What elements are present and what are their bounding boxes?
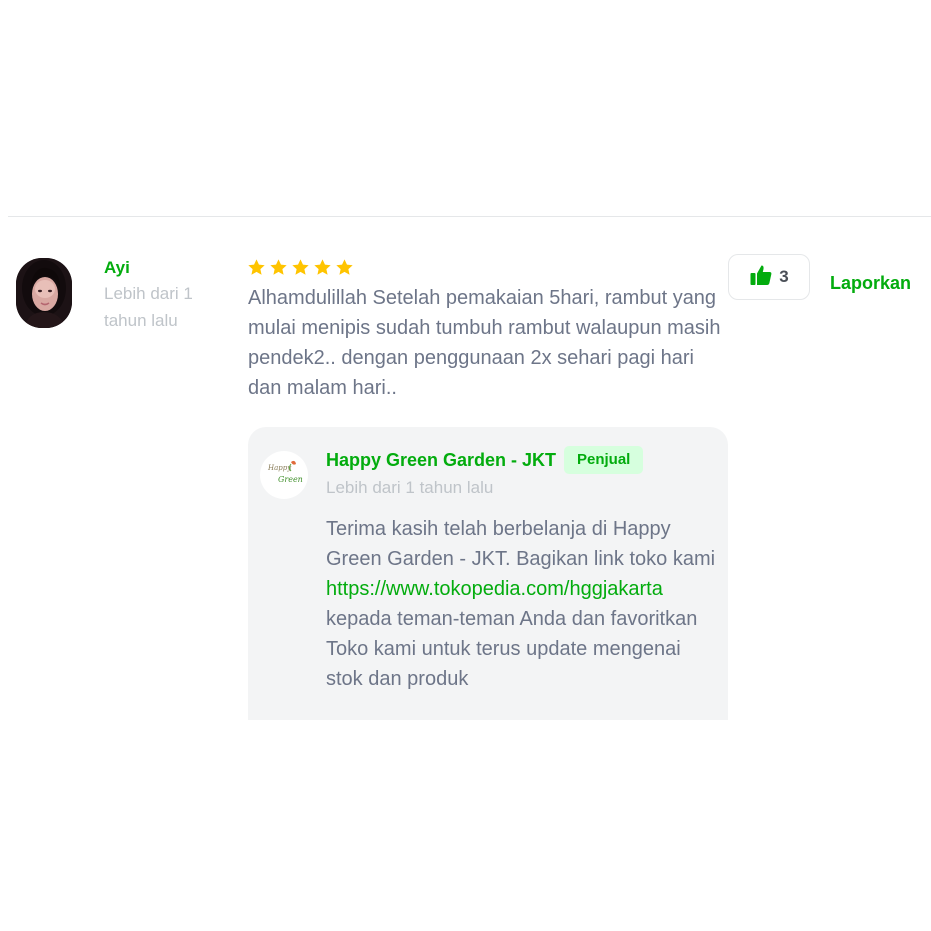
star-icon	[313, 258, 332, 277]
helpful-like-button[interactable]: 3	[728, 254, 810, 300]
reply-timestamp: Lebih dari 1 tahun lalu	[326, 478, 494, 497]
report-link[interactable]: Laporkan	[830, 272, 911, 294]
reviewer-name[interactable]: Ayi	[104, 257, 130, 279]
happy-green-logo-icon: Happy Green	[267, 460, 303, 484]
reply-text-intro: Terima kasih telah berbelanja di Happy G…	[326, 518, 716, 570]
star-icon	[291, 258, 310, 277]
star-rating	[247, 258, 354, 277]
review-divider	[8, 216, 931, 217]
avatar-photo	[16, 258, 72, 328]
reviewer-avatar[interactable]	[16, 258, 72, 328]
seller-badge: Penjual	[564, 446, 644, 474]
star-icon	[335, 258, 354, 277]
thumbs-up-icon	[749, 263, 773, 292]
star-icon	[269, 258, 288, 277]
seller-logo[interactable]: Happy Green	[260, 451, 308, 499]
svg-text:Happy: Happy	[267, 464, 292, 472]
reply-text: Terima kasih telah berbelanja di Happy G…	[326, 514, 718, 694]
review-timestamp: Lebih dari 1 tahun lalu	[104, 284, 193, 330]
seller-name[interactable]: Happy Green Garden - JKT	[326, 449, 556, 471]
like-count: 3	[779, 267, 789, 286]
reply-text-outro: kepada teman-teman Anda dan favoritkan T…	[326, 608, 698, 690]
svg-text:Green: Green	[278, 475, 303, 484]
seller-reply: Happy Green Happy Green Garden - JKT Pen…	[248, 427, 728, 720]
star-icon	[247, 258, 266, 277]
review-text: Alhamdulillah Setelah pemakaian 5hari, r…	[248, 287, 721, 399]
store-link[interactable]: https://www.tokopedia.com/hggjakarta	[326, 578, 663, 600]
